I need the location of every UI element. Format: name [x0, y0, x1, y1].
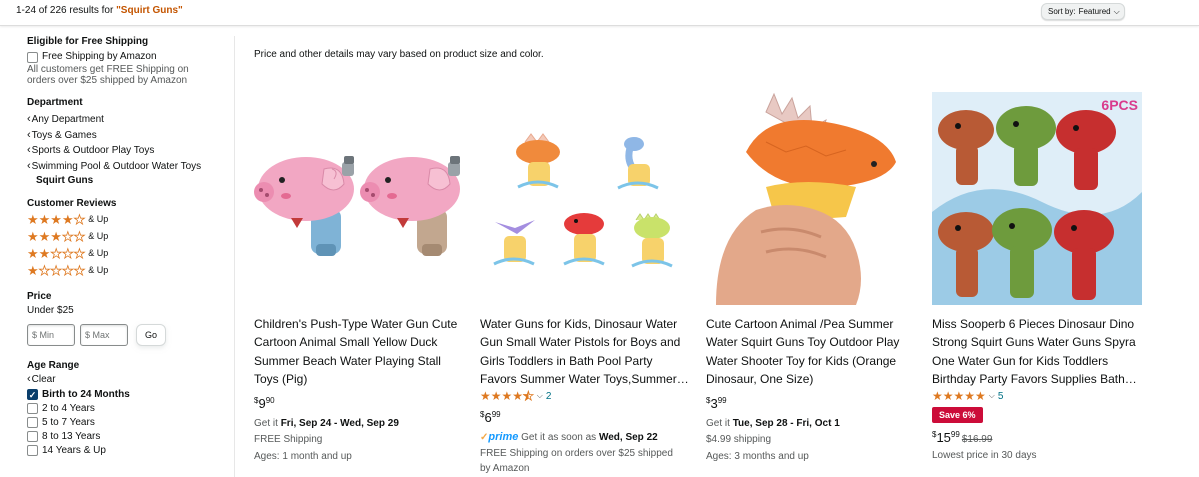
reviews-1-up[interactable]: ★★★★★ & Up [27, 262, 232, 279]
age-range-title: Age Range [27, 360, 80, 371]
delivery-estimate: Get it Fri, Sep 24 - Wed, Sep 29 [254, 418, 399, 429]
chevron-left-icon: ‹ [27, 144, 31, 156]
shipping-info-line-1: FREE Shipping on orders over $25 shipped [480, 447, 673, 459]
product-price: $990 [254, 396, 275, 411]
sort-label: Sort by: [1048, 7, 1076, 16]
chevron-left-icon: ‹ [27, 159, 31, 172]
free-shipping-label: Free Shipping by Amazon [42, 51, 157, 62]
department-toys-games[interactable]: ‹Toys & Games [27, 128, 232, 144]
checked-checkbox-icon[interactable]: ✓ [27, 389, 38, 400]
results-count: 1-24 of 226 results for "Squirt Guns" [16, 5, 183, 16]
price-range: $ Min $ Max Go [27, 324, 232, 346]
product-image[interactable]: 6PCS [932, 92, 1142, 305]
product-price: $1599 $16.99 [932, 430, 993, 445]
stars-icon: ★★★★★ [27, 228, 86, 244]
department-selected: Squirt Guns [36, 175, 94, 186]
reviews-2-up[interactable]: ★★★★★ & Up [27, 245, 232, 262]
product-image[interactable] [254, 92, 464, 305]
image-label: 6PCS [1101, 97, 1138, 113]
list-price: $16.99 [961, 434, 993, 445]
product-rating[interactable]: ★★★★★ ⌵ 5 [932, 389, 1142, 403]
min-price-input[interactable]: $ Min [27, 324, 75, 346]
lowest-price-note: Lowest price in 30 days [932, 450, 1037, 461]
sort-dropdown[interactable]: Sort by: Featured ⌵ [1041, 3, 1125, 20]
reviews-4-up[interactable]: ★★★★★ & Up [27, 211, 232, 228]
stars-icon: ★★★★★ [27, 245, 86, 261]
checkbox-icon[interactable] [27, 417, 38, 428]
chevron-left-icon: ‹ [27, 373, 31, 385]
department-sports-outdoor[interactable]: ‹Sports & Outdoor Play Toys [27, 143, 232, 159]
reviews-3-up[interactable]: ★★★★★ & Up [27, 228, 232, 245]
go-button[interactable]: Go [136, 324, 166, 346]
prime-delivery: ✓prime Get it as soon as Wed, Sep 22 [480, 431, 658, 443]
product-card: Cute Cartoon Animal /Pea Summer Water Sq… [706, 92, 916, 465]
product-title[interactable]: Children's Push-Type Water Gun Cute Cart… [254, 315, 464, 389]
shipping-note-line-1: All customers get FREE Shipping on [27, 64, 189, 75]
rating-count[interactable]: 5 [998, 391, 1004, 402]
max-price-input[interactable]: $ Max [80, 324, 128, 346]
age-info: Ages: 3 months and up [706, 451, 809, 462]
product-card: Children's Push-Type Water Gun Cute Cart… [254, 92, 464, 465]
prime-logo-icon: ✓prime [480, 431, 519, 443]
stars-icon: ★★★★★ [932, 389, 986, 403]
shipping-info: FREE Shipping [254, 433, 323, 445]
rating-count[interactable]: 2 [546, 391, 552, 402]
department-any[interactable]: ‹Any Department [27, 112, 232, 128]
free-shipping-checkbox[interactable]: Free Shipping by Amazon [27, 50, 232, 64]
search-query: "Squirt Guns" [116, 5, 183, 16]
product-card: Water Guns for Kids, Dinosaur Water Gun … [480, 92, 690, 477]
product-image[interactable] [706, 92, 916, 305]
chevron-left-icon: ‹ [27, 113, 31, 125]
product-price: $399 [706, 396, 727, 411]
product-rating[interactable]: ★★★★★ ⌵ 2 [480, 389, 690, 404]
department-title: Department [27, 97, 83, 108]
reviews-filter: ★★★★★ & Up ★★★★★ & Up ★★★★★ & Up ★★★★★ &… [27, 211, 232, 279]
chevron-down-icon: ⌵ [1113, 6, 1120, 16]
price-title: Price [27, 290, 52, 302]
delivery-estimate: Get it Tue, Sep 28 - Fri, Oct 1 [706, 418, 840, 429]
checkbox-icon[interactable] [27, 431, 38, 442]
product-card: 6PCS Miss Sooperb 6 Pieces Dinosaur Dino… [932, 92, 1142, 464]
reviews-title: Customer Reviews [27, 197, 117, 209]
results-prefix: 1-24 of 226 results for [16, 5, 117, 16]
age-option-14-up[interactable]: 14 Years & Up [27, 444, 232, 458]
results-bar: 1-24 of 226 results for "Squirt Guns" So… [0, 0, 1199, 26]
age-clear-link[interactable]: ‹Clear [27, 372, 232, 388]
product-image[interactable] [480, 92, 690, 305]
sort-value: Featured [1078, 7, 1111, 16]
age-option-5-7[interactable]: 5 to 7 Years [27, 416, 232, 430]
age-option-2-4[interactable]: 2 to 4 Years [27, 402, 232, 416]
filters-sidebar: Eligible for Free Shipping Free Shipping… [27, 36, 232, 458]
age-option-8-13[interactable]: 8 to 13 Years [27, 430, 232, 444]
checkbox-icon[interactable] [27, 403, 38, 414]
checkbox-icon[interactable] [27, 51, 38, 63]
shipping-filter-title: Eligible for Free Shipping [27, 36, 149, 47]
stars-icon: ★★★★★ [480, 389, 534, 404]
shipping-info-line-2: by Amazon [480, 463, 530, 474]
chevron-down-icon: ⌵ [988, 391, 995, 400]
price-under-25[interactable]: Under $25 [27, 304, 232, 319]
price-disclaimer: Price and other details may vary based o… [254, 49, 544, 60]
department-list: ‹Any Department ‹Toys & Games ‹Sports & … [27, 112, 232, 189]
deal-badge: Save 6% [932, 407, 983, 423]
sidebar-divider [234, 36, 235, 477]
product-price: $699 [480, 410, 501, 425]
checkbox-icon[interactable] [27, 445, 38, 456]
age-options: ✓ Birth to 24 Months 2 to 4 Years 5 to 7… [27, 388, 232, 458]
stars-icon: ★★★★★ [27, 211, 86, 227]
shipping-note-line-2: orders over $25 shipped by Amazon [27, 75, 188, 86]
chevron-down-icon: ⌵ [536, 391, 543, 400]
shipping-info: $4.99 shipping [706, 433, 772, 445]
department-swimming-pool[interactable]: ‹Swimming Pool & Outdoor Water Toys [27, 159, 232, 175]
age-option-birth-24m[interactable]: ✓ Birth to 24 Months [27, 388, 232, 402]
product-title[interactable]: Cute Cartoon Animal /Pea Summer Water Sq… [706, 315, 916, 389]
product-title[interactable]: Miss Sooperb 6 Pieces Dinosaur Dino Stro… [932, 315, 1142, 389]
chevron-left-icon: ‹ [27, 128, 31, 141]
product-title[interactable]: Water Guns for Kids, Dinosaur Water Gun … [480, 315, 690, 389]
stars-icon: ★★★★★ [27, 262, 86, 278]
age-info: Ages: 1 month and up [254, 451, 352, 462]
